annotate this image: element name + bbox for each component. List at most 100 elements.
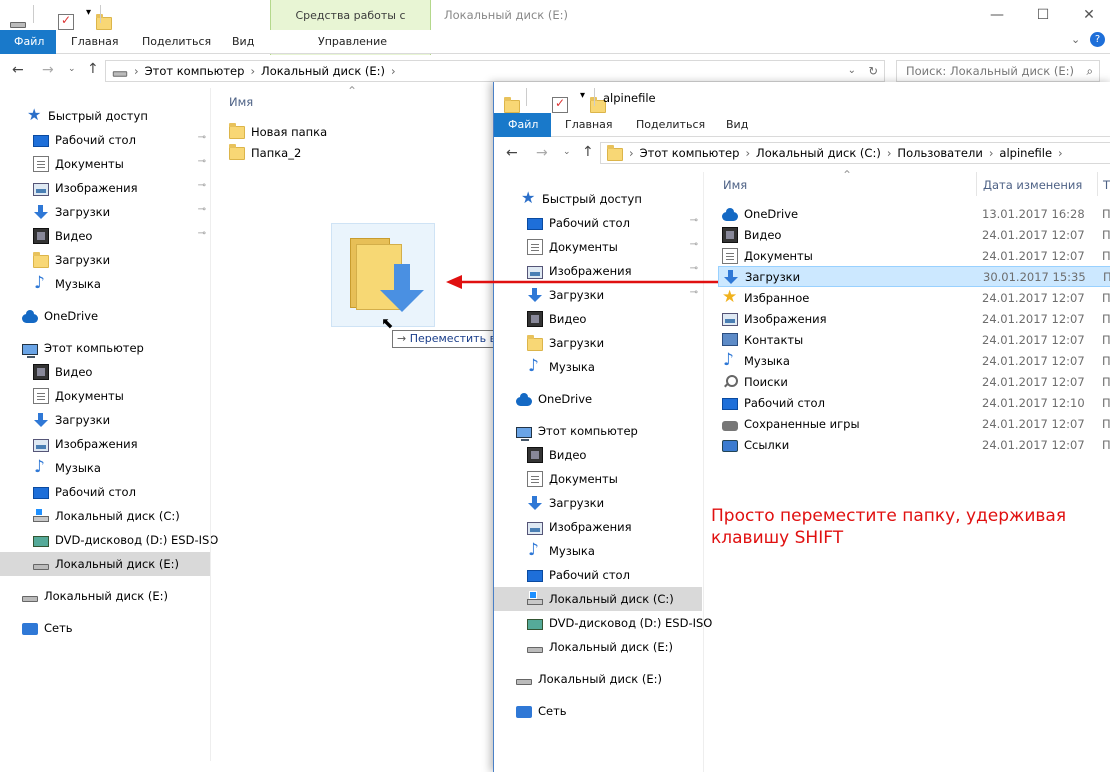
table-row[interactable]: Видео 24.01.2017 12:07 П — [718, 224, 1110, 245]
help-icon[interactable]: ? — [1090, 32, 1105, 47]
nav-item[interactable]: OneDrive — [0, 304, 210, 328]
nav-item[interactable]: Изображения — [0, 432, 210, 456]
nav-item[interactable]: Видео — [494, 443, 702, 467]
quick-access-dropdown-icon[interactable]: ▾ — [580, 90, 585, 101]
address-dropdown-icon[interactable]: ⌄ — [848, 61, 856, 81]
nav-item[interactable]: Музыка — [0, 456, 210, 480]
nav-item[interactable]: Загрузки ⊸ — [0, 200, 210, 224]
table-row[interactable]: Контакты 24.01.2017 12:07 П — [718, 329, 1110, 350]
tab-home[interactable]: Главная — [57, 30, 133, 54]
pin-icon[interactable]: ⊸ — [198, 156, 206, 167]
properties-icon[interactable] — [58, 13, 74, 30]
nav-item[interactable]: Загрузки — [494, 331, 702, 355]
column-header-name[interactable]: Имя — [723, 178, 747, 192]
nav-item[interactable]: Быстрый доступ — [494, 187, 702, 211]
breadcrumb-users[interactable]: Пользователи — [897, 143, 982, 163]
tab-share[interactable]: Поделиться — [622, 113, 719, 137]
breadcrumb-drive-c[interactable]: Локальный диск (C:) — [756, 143, 881, 163]
pin-icon[interactable]: ⊸ — [690, 239, 698, 250]
nav-item[interactable]: OneDrive — [494, 387, 702, 411]
nav-item[interactable]: Рабочий стол — [494, 563, 702, 587]
pin-icon[interactable]: ⊸ — [198, 228, 206, 239]
nav-item[interactable]: Загрузки — [0, 408, 210, 432]
breadcrumb-alpinefile[interactable]: alpinefile — [999, 143, 1052, 163]
back-icon[interactable]: ← — [506, 145, 518, 161]
nav-item[interactable]: Локальный диск (E:) — [494, 635, 702, 659]
table-row[interactable]: Загрузки 30.01.2017 15:35 П — [718, 266, 1110, 287]
table-row[interactable]: Поиски 24.01.2017 12:07 П — [718, 371, 1110, 392]
pin-icon[interactable]: ⊸ — [198, 180, 206, 191]
nav-item[interactable]: Локальный диск (C:) — [0, 504, 210, 528]
pin-icon[interactable]: ⊸ — [198, 204, 206, 215]
quick-access-dropdown-icon[interactable]: ▾ — [86, 7, 91, 18]
up-icon[interactable]: ↑ — [582, 144, 594, 160]
table-row[interactable]: OneDrive 13.01.2017 16:28 П — [718, 203, 1110, 224]
column-header-name[interactable]: Имя — [229, 95, 253, 109]
recent-dropdown-icon[interactable]: ⌄ — [563, 147, 571, 157]
tab-share[interactable]: Поделиться — [128, 30, 225, 54]
up-icon[interactable]: ↑ — [87, 61, 99, 77]
nav-item[interactable]: Видео — [0, 360, 210, 384]
pin-icon[interactable]: ⊸ — [198, 132, 206, 143]
ribbon-expand-icon[interactable]: ⌄ — [1071, 33, 1080, 46]
nav-item[interactable]: Документы ⊸ — [0, 152, 210, 176]
nav-item[interactable]: Этот компьютер — [0, 336, 210, 360]
nav-item[interactable]: Быстрый доступ — [0, 104, 210, 128]
close-icon[interactable]: ✕ — [1066, 0, 1110, 30]
refresh-icon[interactable]: ↻ — [868, 61, 878, 81]
nav-item[interactable]: Документы — [494, 467, 702, 491]
properties-icon[interactable] — [552, 96, 568, 113]
nav-item[interactable]: Изображения ⊸ — [0, 176, 210, 200]
tab-view[interactable]: Вид — [218, 30, 268, 54]
nav-item[interactable]: Рабочий стол ⊸ — [0, 128, 210, 152]
nav-item[interactable]: Рабочий стол — [0, 480, 210, 504]
tab-home[interactable]: Главная — [551, 113, 627, 137]
nav-item[interactable]: DVD-дисковод (D:) ESD-ISO — [494, 611, 712, 635]
table-row[interactable]: Музыка 24.01.2017 12:07 П — [718, 350, 1110, 371]
nav-item[interactable]: Сеть — [494, 699, 702, 723]
column-header-type[interactable]: Т — [1103, 178, 1110, 192]
nav-item[interactable]: Музыка — [494, 355, 702, 379]
nav-item[interactable]: Видео — [494, 307, 702, 331]
table-row[interactable]: Изображения 24.01.2017 12:07 П — [718, 308, 1110, 329]
nav-item[interactable]: Загрузки — [0, 248, 210, 272]
nav-item[interactable]: Локальный диск (E:) — [494, 667, 702, 691]
nav-item[interactable]: Изображения — [494, 515, 702, 539]
table-row[interactable]: Рабочий стол 24.01.2017 12:10 П — [718, 392, 1110, 413]
nav-item[interactable]: Локальный диск (E:) — [0, 552, 210, 576]
nav-item[interactable]: Локальный диск (C:) — [494, 587, 702, 611]
back-icon[interactable]: ← — [12, 62, 24, 78]
tab-view[interactable]: Вид — [712, 113, 762, 137]
breadcrumb-computer[interactable]: Этот компьютер — [640, 143, 740, 163]
address-box[interactable]: › Этот компьютер › Локальный диск (C:) ›… — [600, 142, 1110, 164]
nav-item[interactable]: Видео ⊸ — [0, 224, 210, 248]
nav-item[interactable]: Загрузки — [494, 491, 702, 515]
address-box[interactable]: › Этот компьютер › Локальный диск (E:) ›… — [105, 60, 885, 82]
minimize-icon[interactable]: — — [974, 0, 1020, 30]
column-header-date[interactable]: Дата изменения — [983, 178, 1082, 192]
nav-item[interactable]: Сеть — [0, 616, 210, 640]
forward-icon[interactable]: → — [42, 62, 54, 78]
tab-manage[interactable]: Управление — [304, 30, 401, 54]
list-item[interactable]: Новая папка — [229, 121, 429, 142]
recent-dropdown-icon[interactable]: ⌄ — [68, 64, 76, 74]
table-row[interactable]: Документы 24.01.2017 12:07 П — [718, 245, 1110, 266]
list-item[interactable]: Папка_2 — [229, 142, 429, 163]
nav-item[interactable]: Этот компьютер — [494, 419, 702, 443]
nav-item[interactable]: Музыка — [494, 539, 702, 563]
nav-item[interactable]: Музыка — [0, 272, 210, 296]
table-row[interactable]: Сохраненные игры 24.01.2017 12:07 П — [718, 413, 1110, 434]
nav-item[interactable]: DVD-дисковод (D:) ESD-ISO — [0, 528, 218, 552]
search-box[interactable]: Поиск: Локальный диск (E:) ⌕ — [896, 60, 1100, 82]
table-row[interactable]: Ссылки 24.01.2017 12:07 П — [718, 434, 1110, 455]
tab-file[interactable]: Файл — [494, 113, 551, 137]
nav-item[interactable]: Локальный диск (E:) — [0, 584, 210, 608]
new-folder-icon[interactable] — [96, 13, 112, 30]
nav-item[interactable]: Рабочий стол ⊸ — [494, 211, 702, 235]
nav-item[interactable]: Документы — [0, 384, 210, 408]
maximize-icon[interactable]: ☐ — [1020, 0, 1066, 30]
table-row[interactable]: Избранное 24.01.2017 12:07 П — [718, 287, 1110, 308]
tab-file[interactable]: Файл — [0, 29, 56, 54]
nav-item[interactable]: Документы ⊸ — [494, 235, 702, 259]
breadcrumb-computer[interactable]: Этот компьютер — [145, 61, 245, 81]
